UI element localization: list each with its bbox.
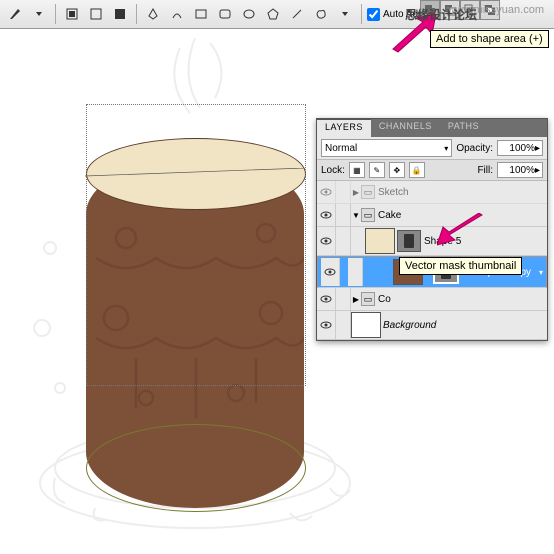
visibility-icon[interactable] xyxy=(317,204,336,226)
freeform-pen-icon[interactable] xyxy=(166,3,188,25)
transform-bounds[interactable] xyxy=(86,104,306,386)
lock-pixels-icon[interactable]: ✎ xyxy=(369,162,385,178)
twirl-icon[interactable]: ▶ xyxy=(351,188,361,197)
lock-all-icon[interactable]: 🔒 xyxy=(409,162,425,178)
separator xyxy=(361,4,362,24)
custom-shape-icon[interactable] xyxy=(310,3,332,25)
link-cell xyxy=(336,311,351,339)
shape-layers-icon[interactable] xyxy=(61,3,83,25)
fill-label: Fill: xyxy=(477,165,493,176)
layer-background[interactable]: Background xyxy=(317,311,547,340)
opacity-label: Opacity: xyxy=(456,143,493,154)
visibility-icon[interactable] xyxy=(321,258,340,286)
overlay-text: 思缘设计论坛 xyxy=(405,6,477,23)
visibility-icon[interactable] xyxy=(317,288,336,310)
visibility-icon[interactable] xyxy=(317,227,336,255)
blend-mode-value: Normal xyxy=(325,143,357,154)
dropdown-icon[interactable] xyxy=(334,3,356,25)
tab-paths[interactable]: PATHS xyxy=(440,119,487,137)
layer-name: Cake xyxy=(378,210,401,221)
panel-tabs: LAYERS CHANNELS PATHS xyxy=(317,119,547,137)
pen-icon[interactable] xyxy=(142,3,164,25)
link-cell xyxy=(336,227,351,255)
link-cell xyxy=(336,288,351,310)
lock-transparency-icon[interactable]: ▦ xyxy=(349,162,365,178)
polygon-icon[interactable] xyxy=(262,3,284,25)
opacity-input[interactable]: 100%▸ xyxy=(497,140,543,156)
blend-opacity-row: Normal Opacity: 100%▸ xyxy=(317,137,547,159)
folder-icon: ▭ xyxy=(361,208,375,222)
twirl-icon[interactable]: ▼ xyxy=(351,211,361,220)
auto-add-delete-input[interactable] xyxy=(367,8,380,21)
separator xyxy=(136,4,137,24)
pink-arrow-icon xyxy=(437,213,487,249)
paths-icon[interactable] xyxy=(85,3,107,25)
blend-mode-select[interactable]: Normal xyxy=(321,139,452,157)
lock-fill-row: Lock: ▦ ✎ ✥ 🔒 Fill: 100%▸ xyxy=(317,159,547,181)
rounded-rect-icon[interactable] xyxy=(214,3,236,25)
layer-shape5[interactable]: Shape 5 xyxy=(317,227,547,256)
layer-sketch[interactable]: ▶ ▭ Sketch xyxy=(317,181,547,204)
layers-panel: LAYERS CHANNELS PATHS Normal Opacity: 10… xyxy=(316,118,548,341)
layer-name: Sketch xyxy=(378,187,409,198)
ellipse-icon[interactable] xyxy=(238,3,260,25)
folder-icon: ▭ xyxy=(361,185,375,199)
cake-bottom-path[interactable] xyxy=(86,424,306,512)
path-line xyxy=(85,168,305,178)
folder-icon: ▭ xyxy=(361,292,375,306)
separator xyxy=(55,4,56,24)
layer-cake-group[interactable]: ▼ ▭ Cake xyxy=(317,204,547,227)
link-cell xyxy=(348,258,363,286)
lock-label: Lock: xyxy=(321,165,345,176)
fill-pixels-icon[interactable] xyxy=(109,3,131,25)
pen-tool-icon[interactable] xyxy=(4,3,26,25)
link-cell xyxy=(336,181,351,203)
visibility-icon[interactable] xyxy=(317,181,336,203)
layer-name: Co xyxy=(378,294,391,305)
layer-thumbnail[interactable] xyxy=(351,312,381,338)
vector-mask-thumbnail[interactable] xyxy=(397,230,421,252)
layer-co-group[interactable]: ▶ ▭ Co xyxy=(317,288,547,311)
rectangle-icon[interactable] xyxy=(190,3,212,25)
tab-channels[interactable]: CHANNELS xyxy=(371,119,440,137)
tooltip-vector-mask: Vector mask thumbnail xyxy=(399,257,522,275)
tooltip-add-shape: Add to shape area (+) xyxy=(430,30,549,48)
line-icon[interactable] xyxy=(286,3,308,25)
visibility-icon[interactable] xyxy=(317,311,336,339)
layer-name: Background xyxy=(383,320,436,331)
fill-input[interactable]: 100%▸ xyxy=(497,162,543,178)
dropdown-icon[interactable] xyxy=(28,3,50,25)
link-cell xyxy=(336,204,351,226)
twirl-icon[interactable]: ▶ xyxy=(351,295,361,304)
layer-thumbnail[interactable] xyxy=(365,228,395,254)
tab-layers[interactable]: LAYERS xyxy=(317,119,371,137)
lock-position-icon[interactable]: ✥ xyxy=(389,162,405,178)
